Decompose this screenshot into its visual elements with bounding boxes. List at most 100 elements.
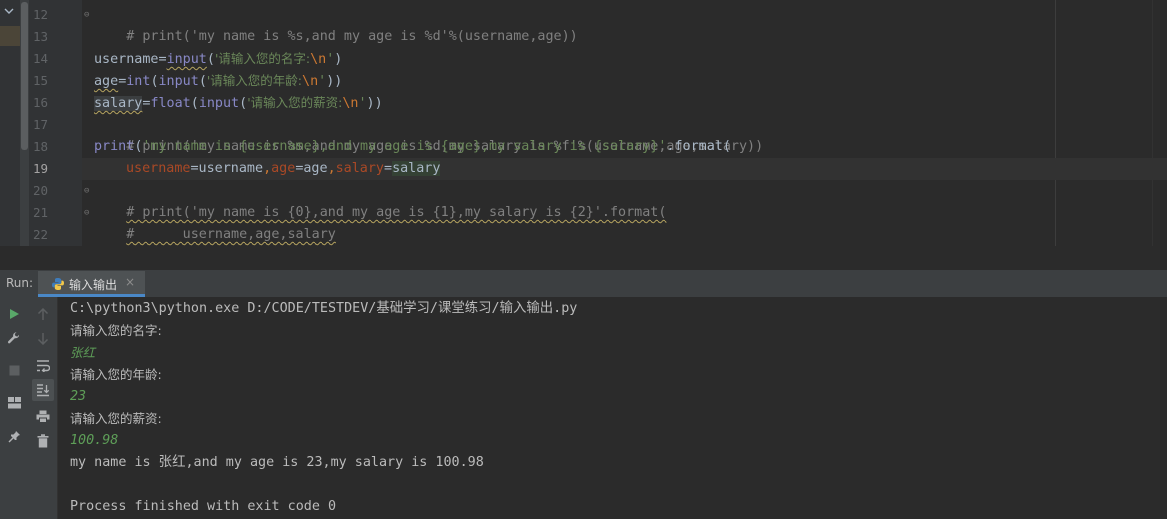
paren: )) (326, 74, 343, 89)
identifier: salary (94, 96, 143, 111)
code-line[interactable]: # print('my name is %s,and my age is %d'… (94, 4, 577, 44)
run-tool-window-header: Run: 输入输出 × (0, 271, 1167, 298)
arg-value: =username (190, 161, 264, 176)
identifier: username (94, 52, 159, 67)
line-number: 12 (32, 7, 48, 22)
arrow-down-icon[interactable] (32, 327, 54, 349)
console-user-input: 张红 (70, 345, 96, 360)
editor-right-scrollbar[interactable] (1152, 0, 1167, 246)
bookmark-marker (0, 26, 20, 46)
soft-wrap-icon[interactable] (32, 354, 54, 376)
console-command-line: C:\python3\python.exe D:/CODE/TESTDEV/基础… (70, 298, 577, 320)
method-call: .format( (666, 139, 731, 154)
builtin-call: print (94, 139, 135, 154)
run-label: Run: (6, 276, 34, 290)
string-quote: ' (318, 74, 327, 89)
wrench-icon[interactable] (3, 327, 25, 349)
scrollbar-thumb[interactable] (21, 2, 28, 150)
paren: ( (239, 96, 248, 111)
paren: ( (150, 74, 159, 89)
operator: = (384, 161, 393, 176)
line-number: 13 (32, 29, 48, 44)
line-number: 14 (32, 51, 48, 66)
console-prompt: 请输入您的薪资: (70, 411, 162, 426)
builtin-call: input (198, 96, 240, 111)
command-text: C:\python3\python.exe D:/CODE/TESTDEV/基础… (70, 301, 578, 316)
string-literal: '请输入您的薪资: (247, 95, 343, 110)
paren: )) (366, 96, 383, 111)
line-number: 18 (32, 139, 48, 154)
builtin-call: input (158, 74, 199, 89)
code-line-current[interactable]: username=username,age=age,salary=salary (82, 158, 1167, 180)
code-line[interactable]: age=int(input('请输入您的年龄:\n')) (94, 70, 342, 92)
console-prompt: 请输入您的名字: (70, 323, 162, 338)
console-user-input: 23 (70, 389, 87, 404)
escape-seq: \n (302, 74, 319, 89)
code-line[interactable]: username=input('请输入您的名字:\n') (94, 48, 342, 70)
code-line[interactable]: salary=float(input('请输入您的薪资:\n')) (94, 92, 383, 114)
line-number-gutter: 12 13 14 15 16 17 18 19 20 21 22 (29, 0, 82, 246)
keyword-arg: age (271, 161, 296, 176)
comment-text: # print('my name is %s,and my age is %d'… (126, 29, 578, 44)
pin-icon[interactable] (3, 425, 25, 447)
paren: ( (198, 74, 207, 89)
print-icon[interactable] (32, 405, 54, 427)
arg-value: =age (295, 161, 328, 176)
line-number: 17 (32, 117, 48, 132)
code-line[interactable]: # print('my name is %s,and my age is %d,… (94, 114, 763, 154)
keyword-arg: salary (335, 161, 384, 176)
console-prompt: 请输入您的年龄: (70, 367, 162, 382)
string-literal: '请输入您的年龄: (206, 73, 303, 88)
console-user-input: 100.98 (70, 433, 119, 448)
run-console-output[interactable]: C:\python3\python.exe D:/CODE/TESTDEV/基础… (58, 297, 1167, 519)
code-line[interactable]: # username,age,salary (94, 202, 336, 242)
code-editor[interactable]: 12 13 14 15 16 17 18 19 20 21 22 ⊖ ⊖ ⊖ #… (0, 0, 1167, 246)
fold-marker-icon[interactable]: ⊖ (84, 186, 89, 196)
console-exit-status: Process finished with exit code 0 (70, 499, 337, 514)
panel-separator[interactable] (0, 246, 1167, 271)
fold-marker-icon[interactable]: ⊖ (84, 208, 89, 218)
run-config-tab[interactable]: 输入输出 × (38, 271, 145, 297)
line-number: 21 (32, 205, 48, 220)
right-margin-guide (1055, 0, 1056, 246)
layout-icon[interactable] (3, 392, 25, 414)
fold-marker-icon[interactable]: ⊖ (84, 10, 89, 20)
builtin-call: int (126, 74, 151, 89)
arg-value-highlighted: salary (392, 161, 441, 176)
builtin-call: float (150, 96, 191, 111)
code-line[interactable]: )) (94, 224, 142, 246)
paren: ( (190, 96, 199, 111)
line-number-active: 19 (32, 161, 48, 176)
string-literal: 'my name is {username},and my age is {ag… (142, 139, 667, 154)
code-line[interactable]: print('my name is {username},and my age … (94, 136, 731, 158)
run-icon[interactable] (3, 303, 25, 325)
chevron-down-icon[interactable] (4, 5, 14, 18)
identifier: age (94, 74, 119, 89)
close-icon[interactable]: × (125, 275, 135, 289)
line-number: 20 (32, 183, 48, 198)
comma: , (327, 161, 336, 176)
keyword-arg: username (126, 161, 191, 176)
console-result-line: my name is 张红,and my age is 23,my salary… (70, 455, 484, 470)
arrow-up-icon[interactable] (32, 303, 54, 325)
paren: ( (206, 52, 215, 67)
stop-icon[interactable] (3, 359, 25, 381)
operator: = (158, 52, 167, 67)
escape-seq: \n (342, 96, 359, 111)
scroll-to-end-icon[interactable] (32, 379, 54, 401)
string-literal: '请输入您的名字: (214, 51, 311, 66)
paren: ) (334, 52, 343, 67)
trash-icon[interactable] (32, 430, 54, 452)
run-tab-label: 输入输出 (69, 278, 118, 292)
escape-seq: \n (310, 52, 327, 67)
line-number: 16 (32, 95, 48, 110)
editor-scrollbar[interactable] (20, 0, 29, 246)
builtin-call: input (166, 52, 207, 67)
line-number: 15 (32, 73, 48, 88)
string-quote: ' (358, 96, 367, 111)
line-number: 22 (32, 227, 48, 242)
run-toolbar-secondary (29, 297, 58, 519)
comma: , (263, 161, 272, 176)
code-line[interactable]: # print('my name is {0},and my age is {1… (94, 180, 666, 220)
editor-left-strip (0, 0, 20, 246)
